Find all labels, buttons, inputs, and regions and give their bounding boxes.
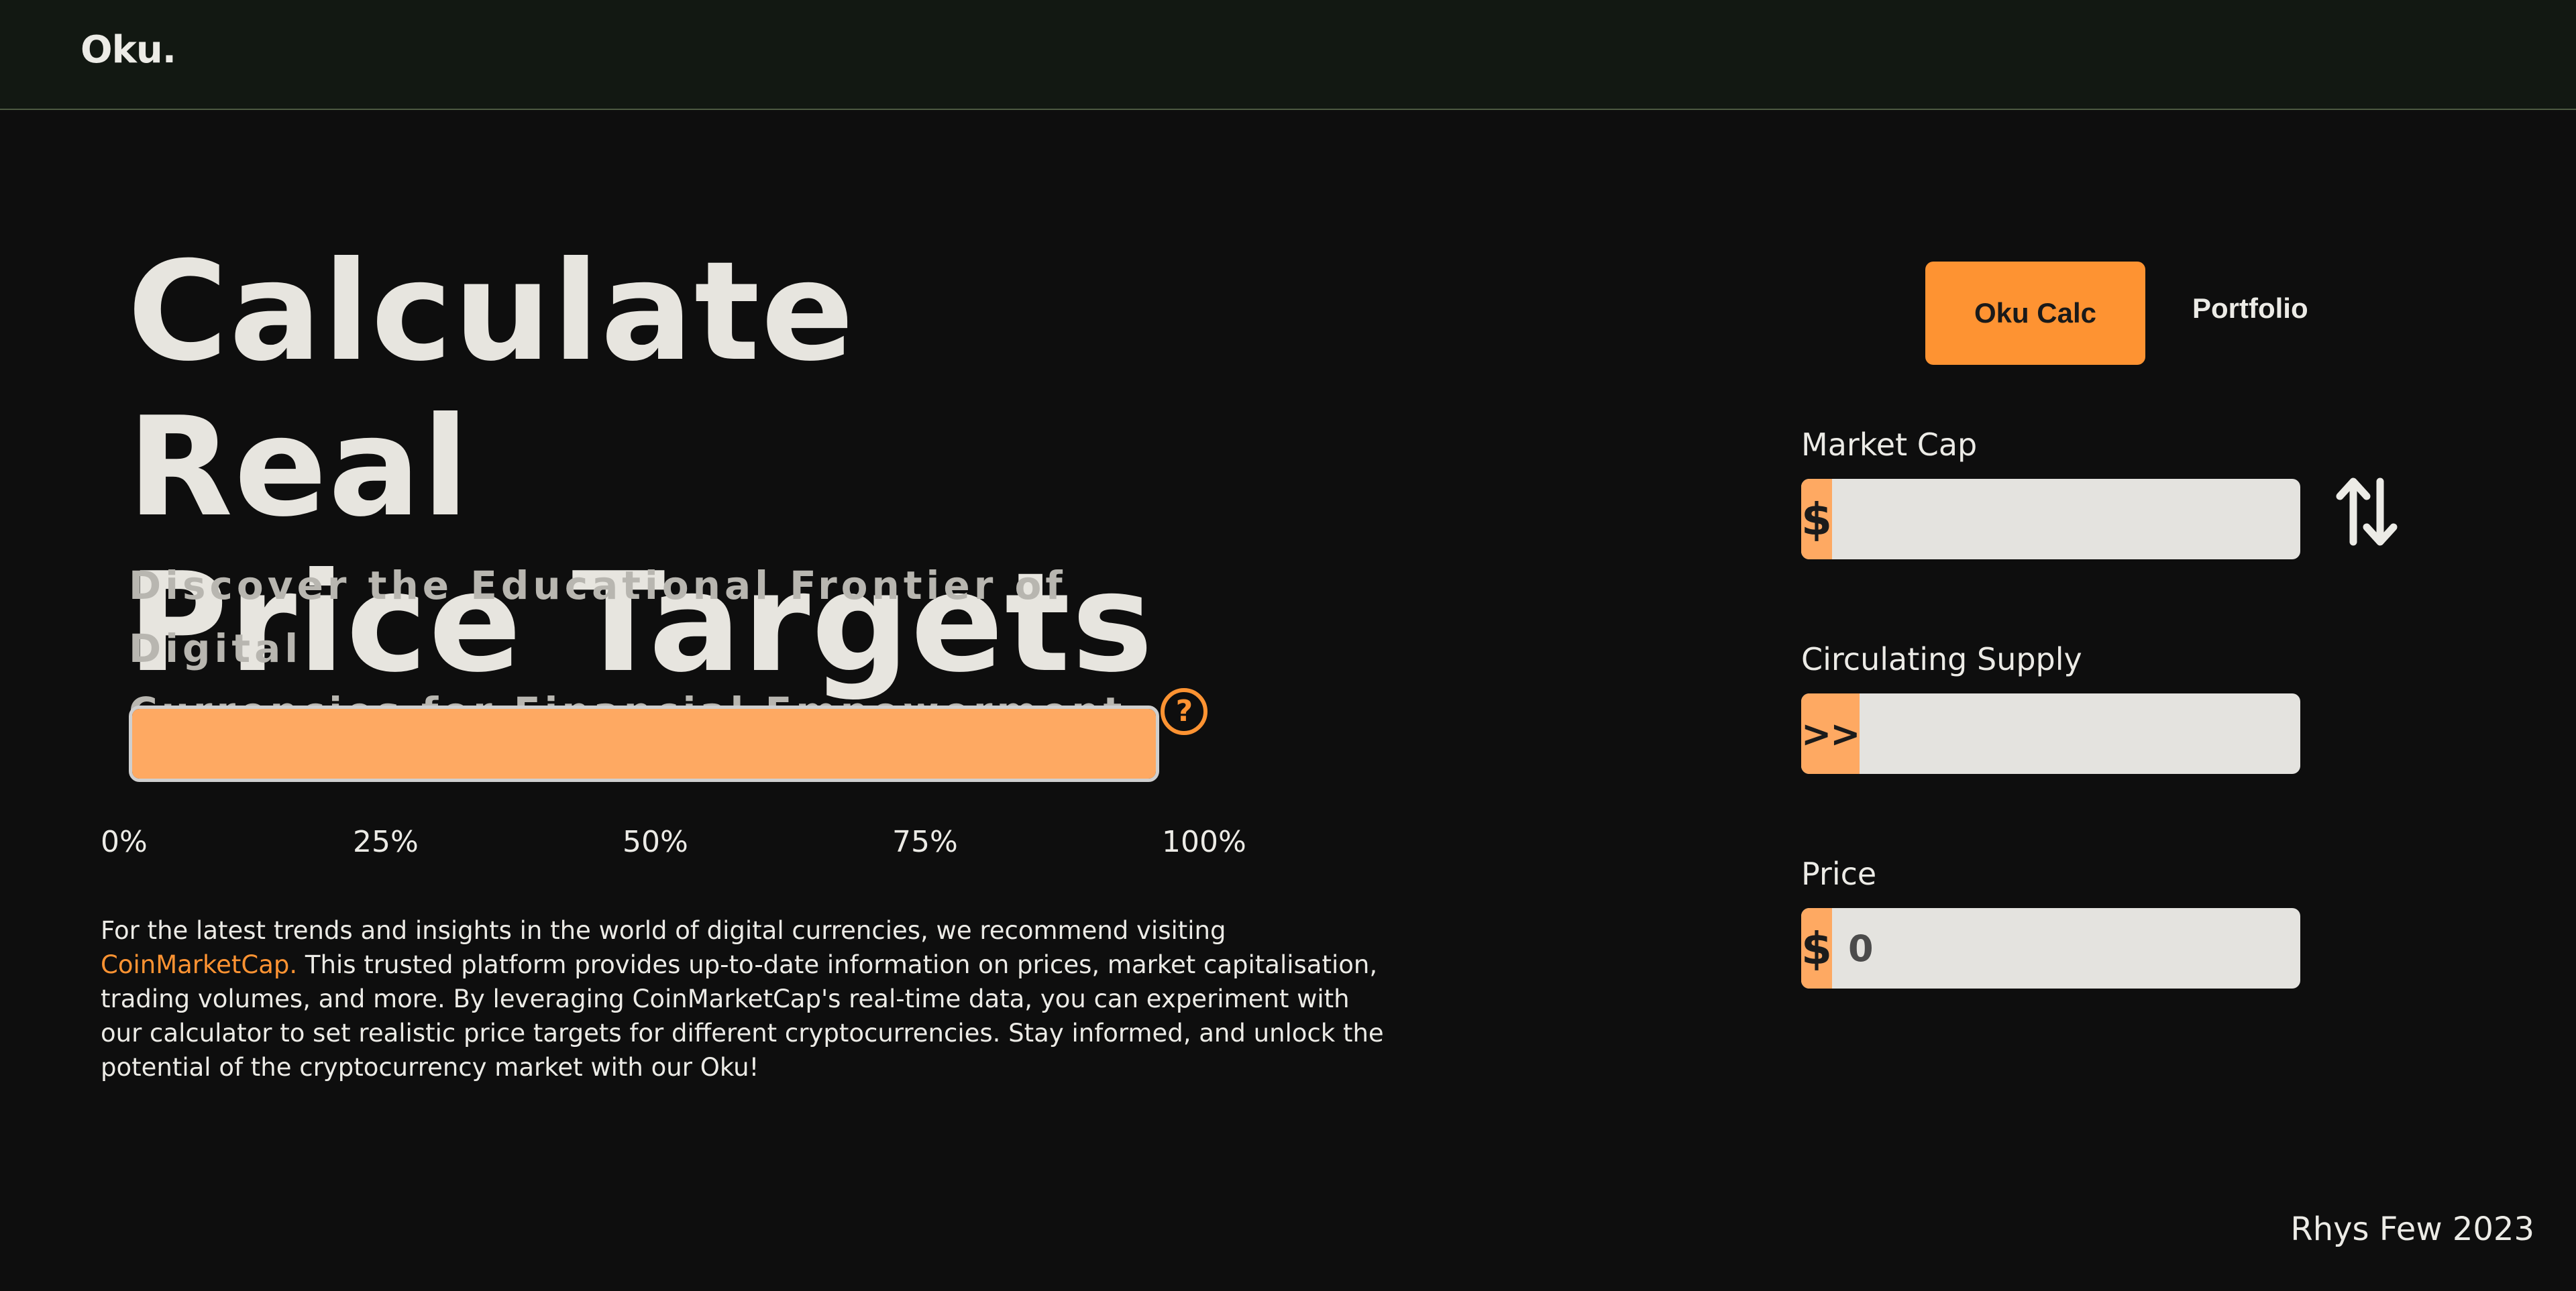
- progress-bar: [129, 706, 1159, 782]
- tab-portfolio[interactable]: Portfolio: [2192, 292, 2394, 325]
- page-title-line-1: Calculate Real: [127, 233, 855, 547]
- swap-vertical-icon[interactable]: [2333, 475, 2400, 549]
- tab-oku-calc[interactable]: Oku Calc: [1925, 262, 2145, 365]
- question-circle-icon[interactable]: ?: [1161, 688, 1208, 735]
- price-label: Price: [1801, 856, 1877, 892]
- circulating-supply-field: >>: [1801, 693, 2300, 774]
- tick-label: 100%: [1162, 825, 1246, 859]
- subtitle-line-1: Discover the Educational Frontier of Dig…: [129, 563, 1067, 671]
- dollar-icon: $: [1801, 479, 1832, 559]
- tick-label: 0%: [101, 825, 148, 859]
- market-cap-label: Market Cap: [1801, 427, 1978, 463]
- circulating-supply-input[interactable]: [1859, 693, 2300, 774]
- market-cap-input[interactable]: [1831, 479, 2300, 559]
- info-paragraph: For the latest trends and insights in th…: [101, 913, 1389, 1084]
- footer-credit: Rhys Few 2023: [2290, 1211, 2534, 1248]
- top-navbar: Oku.: [0, 0, 2576, 110]
- price-input[interactable]: [1831, 908, 2300, 989]
- double-chevron-right-icon: >>: [1801, 693, 1860, 774]
- logo[interactable]: Oku.: [80, 28, 176, 72]
- info-text-before: For the latest trends and insights in th…: [101, 916, 1226, 945]
- circulating-supply-label: Circulating Supply: [1801, 641, 2082, 677]
- market-cap-field: $: [1801, 479, 2300, 559]
- tick-label: 50%: [623, 825, 688, 859]
- price-field: $: [1801, 908, 2300, 989]
- tick-label: 25%: [353, 825, 419, 859]
- tick-label: 75%: [892, 825, 958, 859]
- dollar-icon: $: [1801, 908, 1832, 989]
- progress-bar-fill: [132, 709, 1156, 779]
- coinmarketcap-link[interactable]: CoinMarketCap.: [101, 950, 297, 979]
